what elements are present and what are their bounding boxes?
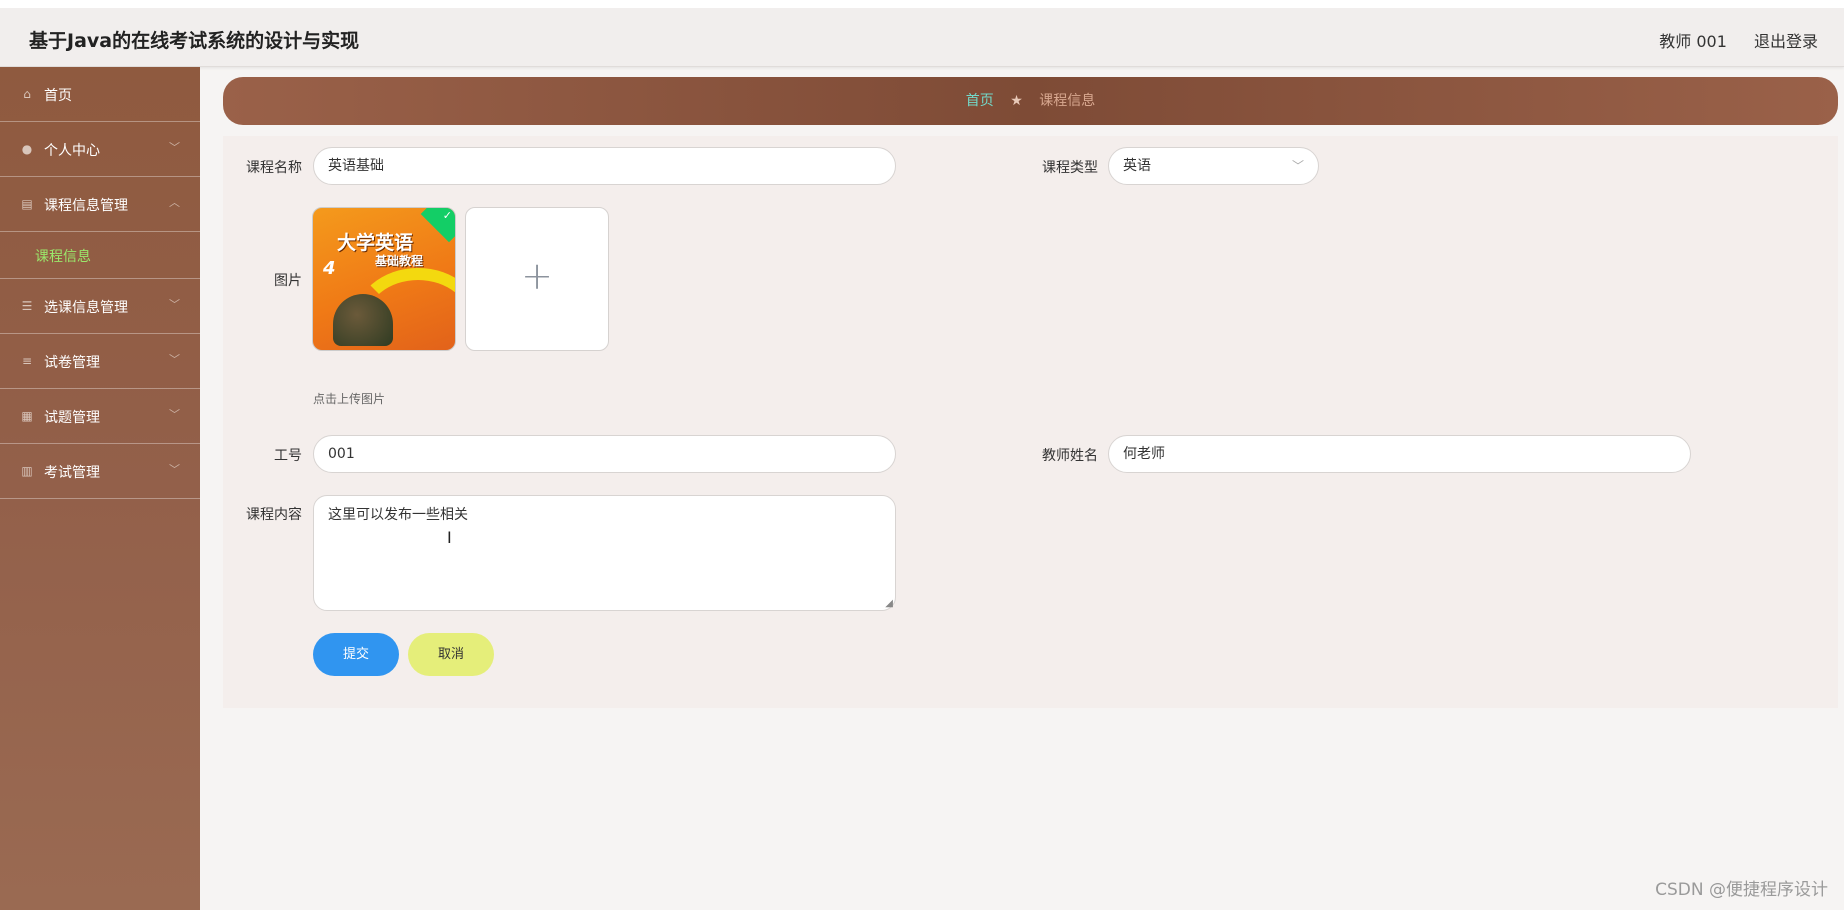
course-content-text: 这里可以发布一些相关 — [328, 507, 468, 523]
course-content-label: 课程内容 — [246, 507, 302, 523]
breadcrumb-current: 课程信息 — [1039, 93, 1096, 109]
sidebar-item-label: 首页 — [44, 88, 72, 104]
image-upload-button[interactable]: + — [465, 207, 609, 351]
chevron-down-icon: ﹀ — [169, 141, 180, 154]
sidebar-subitem-course-info[interactable]: 课程信息 — [0, 232, 200, 279]
cover-photo — [333, 294, 393, 346]
chevron-down-icon: ﹀ — [1291, 159, 1304, 173]
text-cursor-icon: I — [447, 528, 452, 547]
bar-chart-icon: ▥ — [21, 464, 33, 478]
check-icon: ✓ — [442, 209, 452, 222]
sidebar-item-label: 个人中心 — [44, 143, 100, 159]
sidebar-item-exam-management[interactable]: ▥ 考试管理 ﹀ — [0, 444, 200, 499]
sidebar-item-course-management[interactable]: ▤ 课程信息管理 ︿ — [0, 177, 200, 232]
sidebar-subitem-label: 课程信息 — [35, 249, 91, 265]
user-icon: ● — [21, 142, 33, 156]
current-user: 教师 001 — [1659, 32, 1727, 51]
cancel-button[interactable]: 取消 — [408, 633, 494, 676]
cover-title: 大学英语 — [337, 232, 414, 254]
sidebar-item-paper-management[interactable]: ≡ 试卷管理 ﹀ — [0, 334, 200, 389]
sidebar-item-label: 考试管理 — [44, 465, 100, 481]
course-name-label: 课程名称 — [246, 160, 302, 176]
course-type-value: 英语 — [1123, 158, 1151, 174]
sliders-icon: ≡ — [21, 354, 33, 368]
chevron-down-icon: ﹀ — [169, 463, 180, 476]
watermark: CSDN @便捷程序设计 — [1655, 880, 1828, 900]
sidebar: ⌂ 首页 ● 个人中心 ﹀ ▤ 课程信息管理 ︿ 课程信息 ☰ 选课信息管理 ﹀… — [0, 67, 200, 910]
course-name-input[interactable]: 英语基础 — [313, 147, 896, 185]
course-cover-image[interactable]: 大学英语 基础教程 4 ✓ — [312, 207, 456, 351]
logout-button[interactable]: 退出登录 — [1754, 32, 1818, 51]
teacher-name-label: 教师姓名 — [1042, 448, 1098, 464]
sidebar-item-label: 课程信息管理 — [44, 198, 128, 214]
sidebar-item-home[interactable]: ⌂ 首页 — [0, 67, 200, 122]
list-icon: ☰ — [21, 299, 33, 313]
chevron-up-icon: ︿ — [169, 196, 180, 209]
sidebar-item-profile[interactable]: ● 个人中心 ﹀ — [0, 122, 200, 177]
sidebar-item-enrollment-management[interactable]: ☰ 选课信息管理 ﹀ — [0, 279, 200, 334]
header-user-area: 教师 001 退出登录 — [1637, 28, 1818, 52]
plus-icon: + — [521, 254, 553, 298]
teacher-id-label: 工号 — [274, 448, 302, 464]
app-title: 基于Java的在线考试系统的设计与实现 — [29, 30, 360, 52]
course-type-label: 课程类型 — [1042, 160, 1098, 176]
image-label: 图片 — [274, 273, 302, 289]
home-icon: ⌂ — [23, 87, 31, 101]
teacher-id-input[interactable]: 001 — [313, 435, 896, 473]
cover-number: 4 — [323, 258, 336, 279]
sidebar-item-label: 选课信息管理 — [44, 300, 128, 316]
sidebar-item-label: 试卷管理 — [44, 355, 100, 371]
top-bar: 基于Java的在线考试系统的设计与实现 教师 001 退出登录 — [0, 0, 1844, 67]
resize-handle-icon[interactable]: ◢ — [885, 598, 893, 609]
chevron-down-icon: ﹀ — [169, 408, 180, 421]
breadcrumb: 首页 ★ 课程信息 — [223, 77, 1838, 125]
teacher-name-input[interactable]: 何老师 — [1108, 435, 1691, 473]
chevron-down-icon: ﹀ — [169, 298, 180, 311]
sidebar-item-question-management[interactable]: ▦ 试题管理 ﹀ — [0, 389, 200, 444]
course-content-textarea[interactable]: 这里可以发布一些相关 ◢ — [313, 495, 896, 611]
cover-subtitle: 基础教程 — [375, 254, 424, 268]
grid-icon: ▦ — [21, 409, 33, 423]
sidebar-item-label: 试题管理 — [44, 410, 100, 426]
clipboard-icon: ▤ — [21, 197, 33, 211]
submit-button[interactable]: 提交 — [313, 633, 399, 676]
chevron-down-icon: ﹀ — [169, 353, 180, 366]
breadcrumb-separator-icon: ★ — [1010, 93, 1023, 109]
breadcrumb-home[interactable]: 首页 — [966, 93, 994, 109]
upload-hint: 点击上传图片 — [313, 392, 386, 406]
course-type-select[interactable]: 英语 ﹀ — [1108, 147, 1319, 185]
